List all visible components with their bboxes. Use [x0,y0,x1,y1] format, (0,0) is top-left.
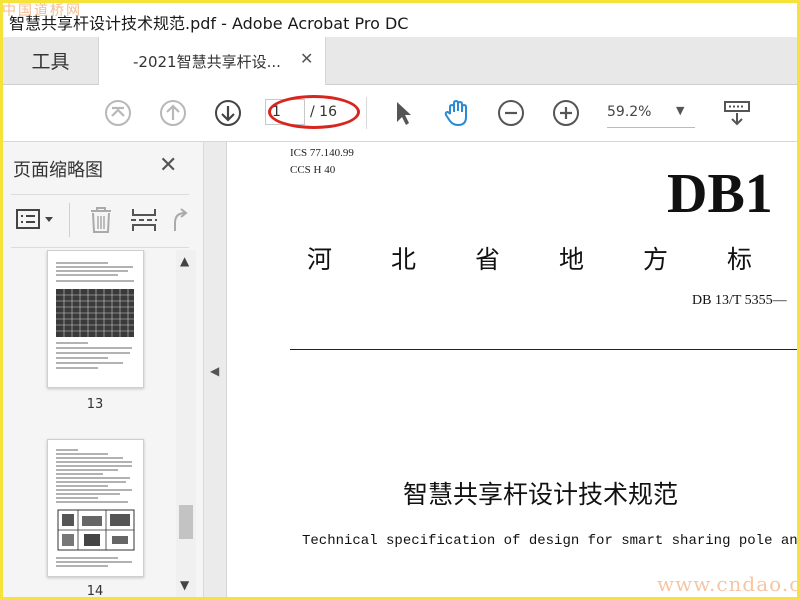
hand-tool-button[interactable] [441,97,473,129]
thumbnail-page-14[interactable] [47,439,144,577]
thumbnail-panel: 页面缩略图 ✕ 13 14 ▲ ▼ [3,142,204,597]
scroll-up-icon[interactable]: ▲ [180,254,189,268]
options-menu-button[interactable] [15,207,59,233]
ics-code: ICS 77.140.99 CCS H 40 [290,145,354,179]
zoom-out-button[interactable] [495,97,527,129]
select-arrow-icon [397,102,411,125]
title-bar: 智慧共享杆设计技术规范.pdf - Adobe Acrobat Pro DC [3,3,797,37]
trash-icon [91,207,111,233]
next-page-button[interactable] [212,97,244,129]
document-title-cn: 智慧共享杆设计技术规范 [403,480,679,509]
zoom-in-icon [553,100,579,126]
tab-document[interactable]: -2021智慧共享杆设... ✕ [99,37,326,85]
province-char: 方 [643,245,669,274]
insert-pages-icon [131,209,157,231]
prev-page-icon [160,100,186,126]
standard-number: DB 13/T 5355— [692,293,787,308]
first-page-icon [105,100,131,126]
tab-bar: 工具 -2021智慧共享杆设... ✕ [3,37,797,85]
panel-toolbar [11,194,189,248]
rotate-icon [174,208,188,231]
document-title-en: Technical specification of design for sm… [302,533,797,549]
zoom-value[interactable]: 59.2% [607,104,651,120]
scroll-mode-button[interactable] [721,97,753,129]
scroll-down-icon[interactable]: ▼ [180,578,189,592]
next-page-icon [215,100,241,126]
panel-title: 页面缩略图 [13,160,103,181]
ccs-line: CCS H 40 [290,164,336,176]
collapse-arrow-icon[interactable]: ◀ [210,364,219,378]
tab-tools[interactable]: 工具 [3,37,99,84]
province-char: 地 [559,245,585,274]
page-preview [56,449,135,567]
province-char: 省 [475,245,501,274]
toolbar-divider [366,97,367,129]
watermark-bottom: www.cndao.com [657,572,797,596]
select-tool-button[interactable] [387,97,419,129]
toolbar: 1 / 16 59.2% ▼ [3,85,797,142]
zoom-in-button[interactable] [550,97,582,129]
watermark-top: 中国道桥网 [3,3,82,19]
insert-page-button[interactable] [129,205,159,235]
province-char: 北 [391,245,417,274]
province-char: 标 [727,245,753,274]
tab-close-icon[interactable]: ✕ [300,49,313,68]
thumbnail-scrollbar[interactable]: ▲ ▼ [176,250,196,597]
thumbnail-page-13[interactable] [47,250,144,388]
hand-icon [444,99,467,127]
zoom-dropdown-icon[interactable]: ▼ [676,104,684,117]
panel-divider [69,203,70,237]
zoom-out-icon [498,100,524,126]
standard-prefix: DB1 [667,163,773,225]
page-preview [56,262,134,369]
first-page-button[interactable] [102,97,134,129]
zoom-underline [607,127,695,128]
panel-close-icon[interactable]: ✕ [159,153,177,178]
highlight-annotation [268,95,360,129]
tab-document-label: -2021智慧共享杆设... [133,53,281,71]
ics-line: ICS 77.140.99 [290,147,354,159]
document-view[interactable]: ICS 77.140.99 CCS H 40 DB1 河 北 省 地 方 标 DB 13/… [227,142,797,597]
header-rule [290,349,797,350]
province-char: 河 [307,245,333,274]
rotate-page-button[interactable] [169,205,191,235]
options-list-icon [16,209,53,229]
thumbnail-list[interactable]: 13 14 [3,250,175,597]
panel-collapse-strip[interactable]: ◀ [204,142,227,597]
province-heading: 河北省地方标 [307,240,797,276]
acrobat-window: 智慧共享杆设计技术规范.pdf - Adobe Acrobat Pro DC 中… [3,3,797,597]
scroll-thumb[interactable] [179,505,193,539]
prev-page-button[interactable] [157,97,189,129]
scroll-mode-icon [724,101,750,126]
thumbnail-page-number: 14 [86,584,104,597]
delete-page-button[interactable] [87,205,115,235]
thumbnail-page-number: 13 [86,397,104,412]
